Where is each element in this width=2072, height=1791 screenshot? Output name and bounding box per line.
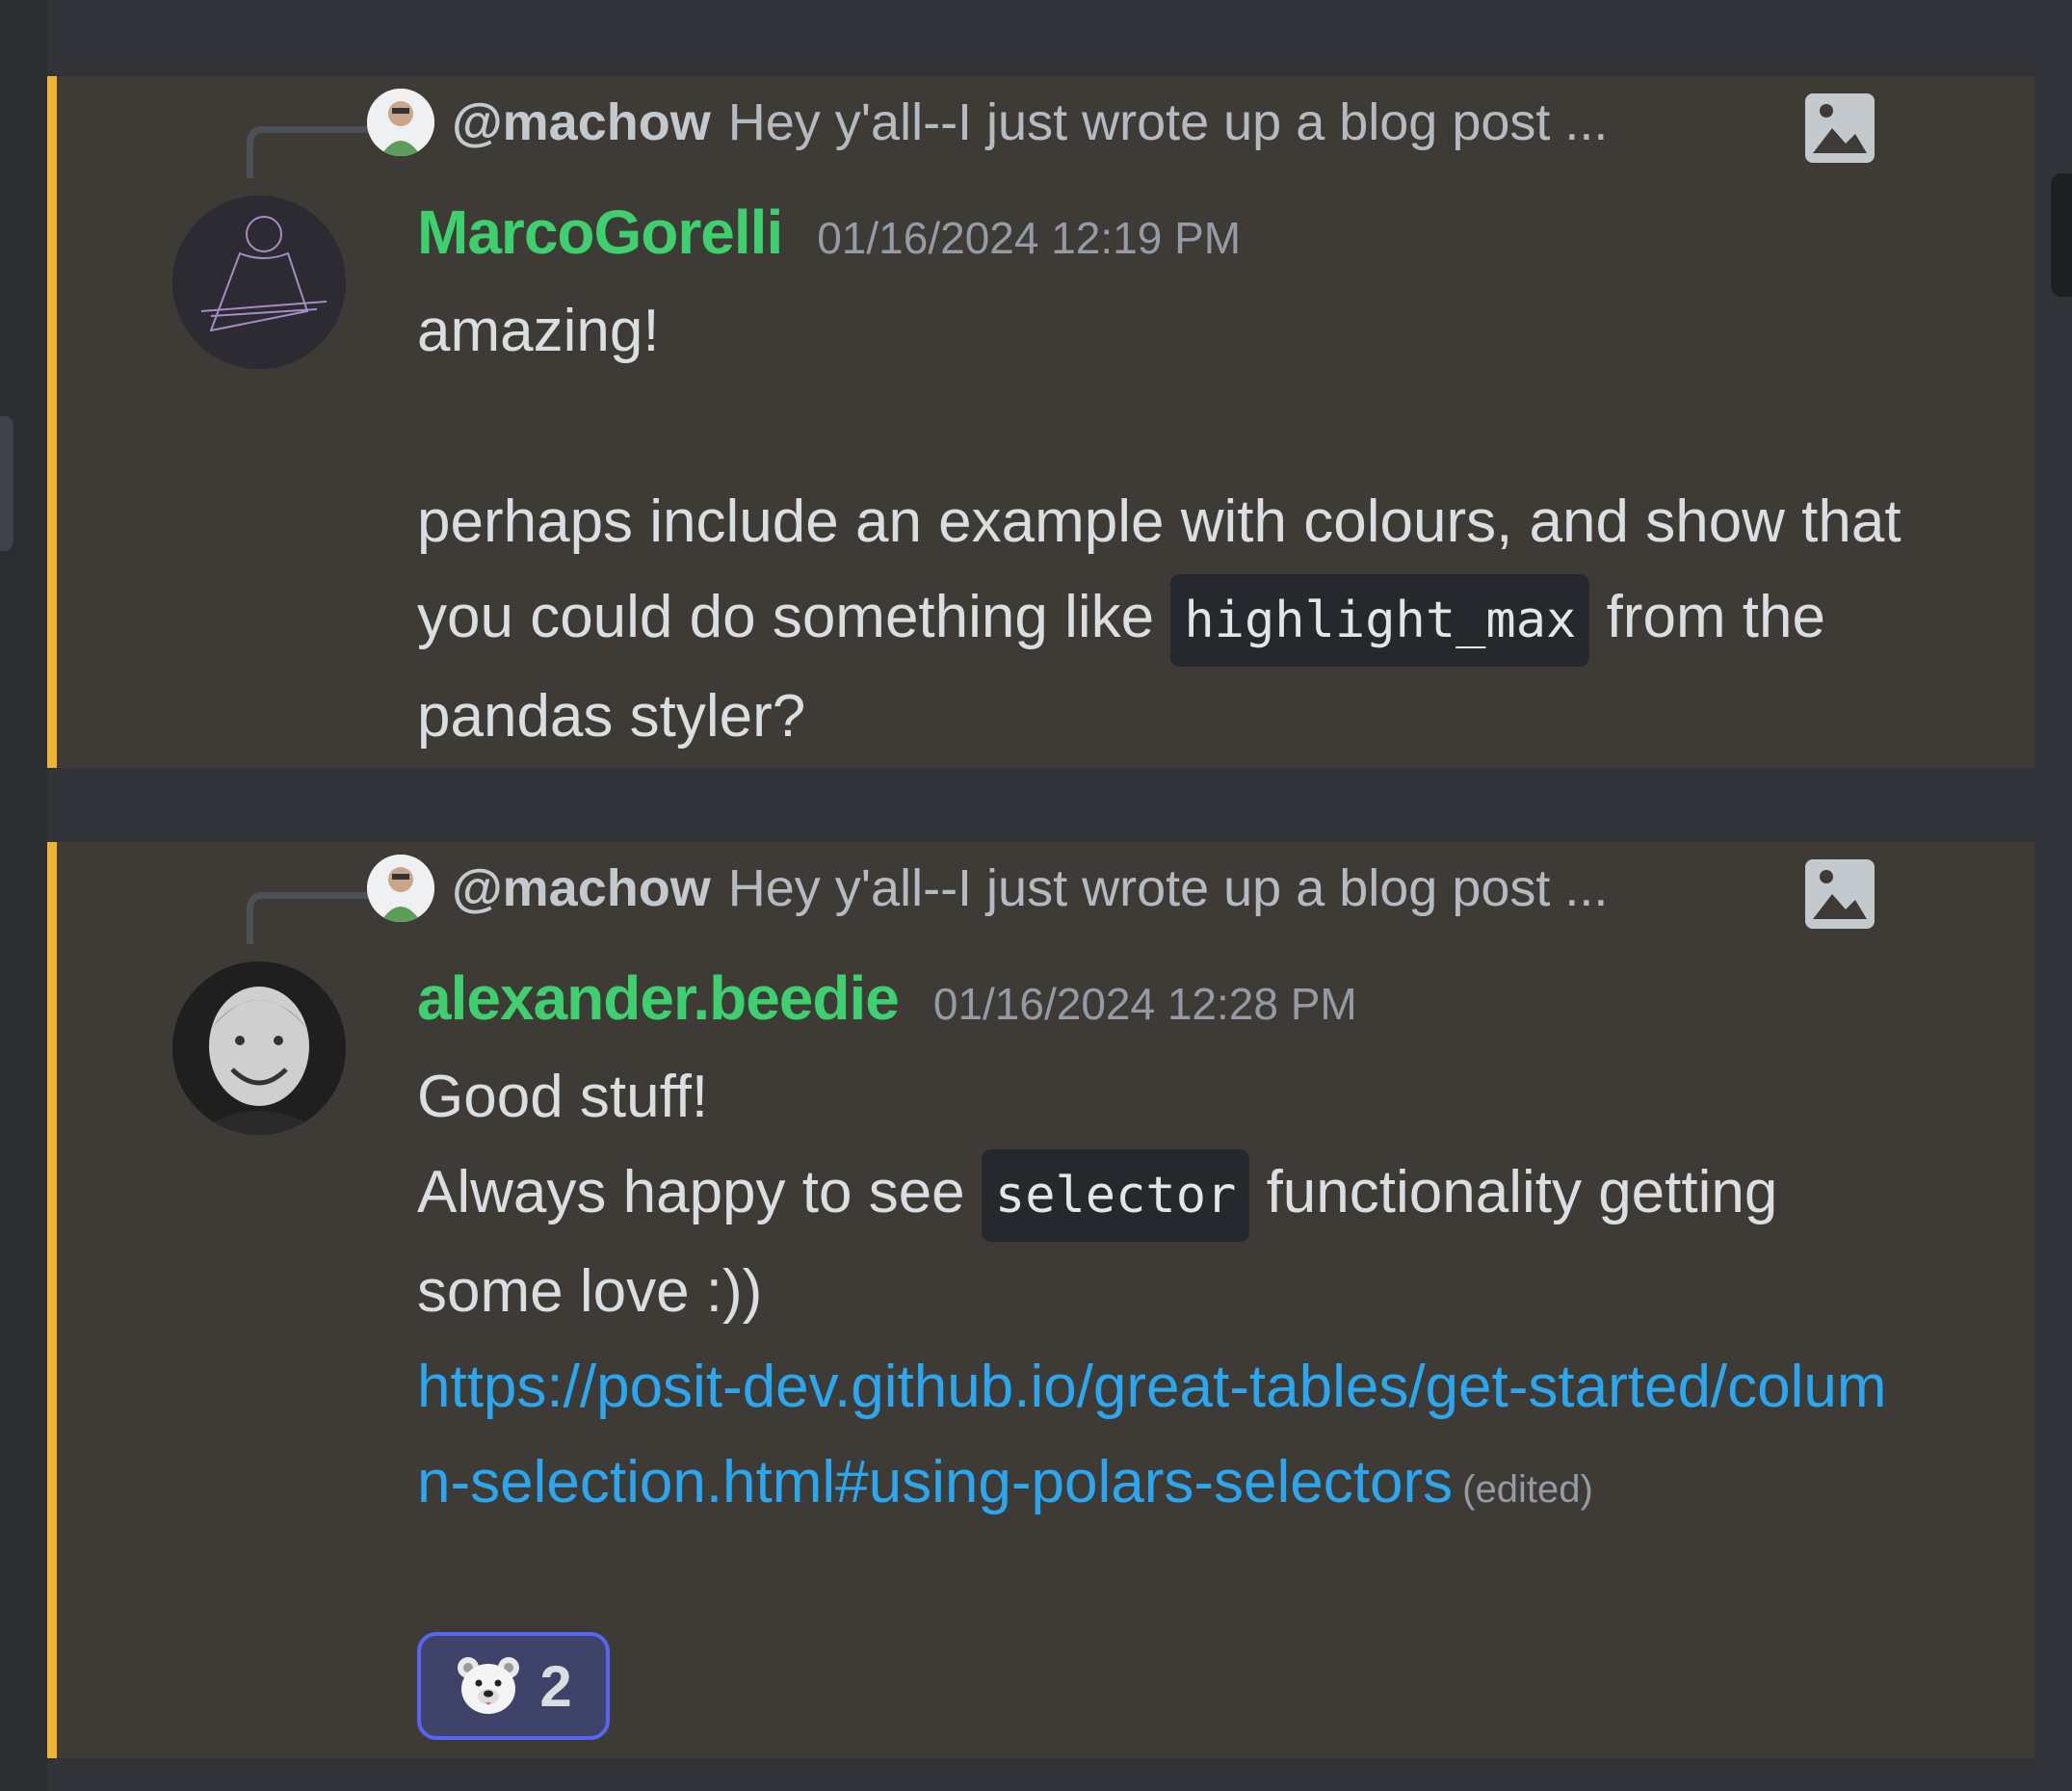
reply-reference[interactable]: @machow Hey y'all--I just wrote up a blo… bbox=[367, 854, 1608, 923]
scrollbar-thumb[interactable] bbox=[2051, 173, 2072, 297]
message-text: amazing! bbox=[417, 298, 660, 364]
polar-bear-icon bbox=[458, 1657, 520, 1714]
image-icon bbox=[1805, 93, 1875, 163]
reply-avatar bbox=[367, 89, 434, 156]
chat-view: @machow Hey y'all--I just wrote up a blo… bbox=[0, 0, 2072, 1791]
reply-preview[interactable]: Hey y'all--I just wrote up a blog post .… bbox=[728, 858, 1609, 918]
edited-label: (edited) bbox=[1462, 1468, 1593, 1511]
avatar[interactable] bbox=[172, 961, 346, 1135]
message-header: alexander.beedie 01/16/2024 12:28 PM bbox=[417, 962, 1357, 1034]
username[interactable]: alexander.beedie bbox=[417, 962, 900, 1034]
message-body: amazing! perhaps include an example with… bbox=[417, 283, 1920, 764]
message-body: Good stuff! Always happy to see selector… bbox=[417, 1049, 1920, 1538]
username[interactable]: MarcoGorelli bbox=[417, 197, 783, 268]
reply-mention[interactable]: @machow bbox=[452, 858, 711, 918]
reply-mention[interactable]: @machow bbox=[452, 92, 711, 152]
left-gutter bbox=[0, 0, 47, 1791]
reply-reference[interactable]: @machow Hey y'all--I just wrote up a blo… bbox=[367, 88, 1608, 157]
message-link[interactable]: https://posit-dev.github.io/great-tables… bbox=[417, 1354, 1887, 1515]
avatar[interactable] bbox=[172, 196, 346, 369]
timestamp[interactable]: 01/16/2024 12:19 PM bbox=[817, 212, 1241, 264]
message-1: @machow Hey y'all--I just wrote up a blo… bbox=[47, 76, 2034, 768]
inline-code: selector bbox=[981, 1149, 1250, 1242]
inline-code: highlight_max bbox=[1170, 574, 1590, 667]
message-text: Always happy to see bbox=[417, 1159, 982, 1225]
reaction-count: 2 bbox=[539, 1653, 572, 1719]
image-icon bbox=[1805, 859, 1875, 929]
reply-avatar bbox=[367, 855, 434, 922]
message-header: MarcoGorelli 01/16/2024 12:19 PM bbox=[417, 197, 1241, 268]
message-text: Good stuff! bbox=[417, 1064, 709, 1130]
reply-preview[interactable]: Hey y'all--I just wrote up a blog post .… bbox=[728, 92, 1609, 152]
message-2: @machow Hey y'all--I just wrote up a blo… bbox=[47, 842, 2034, 1758]
gutter-tab[interactable] bbox=[0, 416, 13, 551]
reaction-button[interactable]: 2 bbox=[417, 1632, 610, 1740]
timestamp[interactable]: 01/16/2024 12:28 PM bbox=[933, 978, 1357, 1030]
